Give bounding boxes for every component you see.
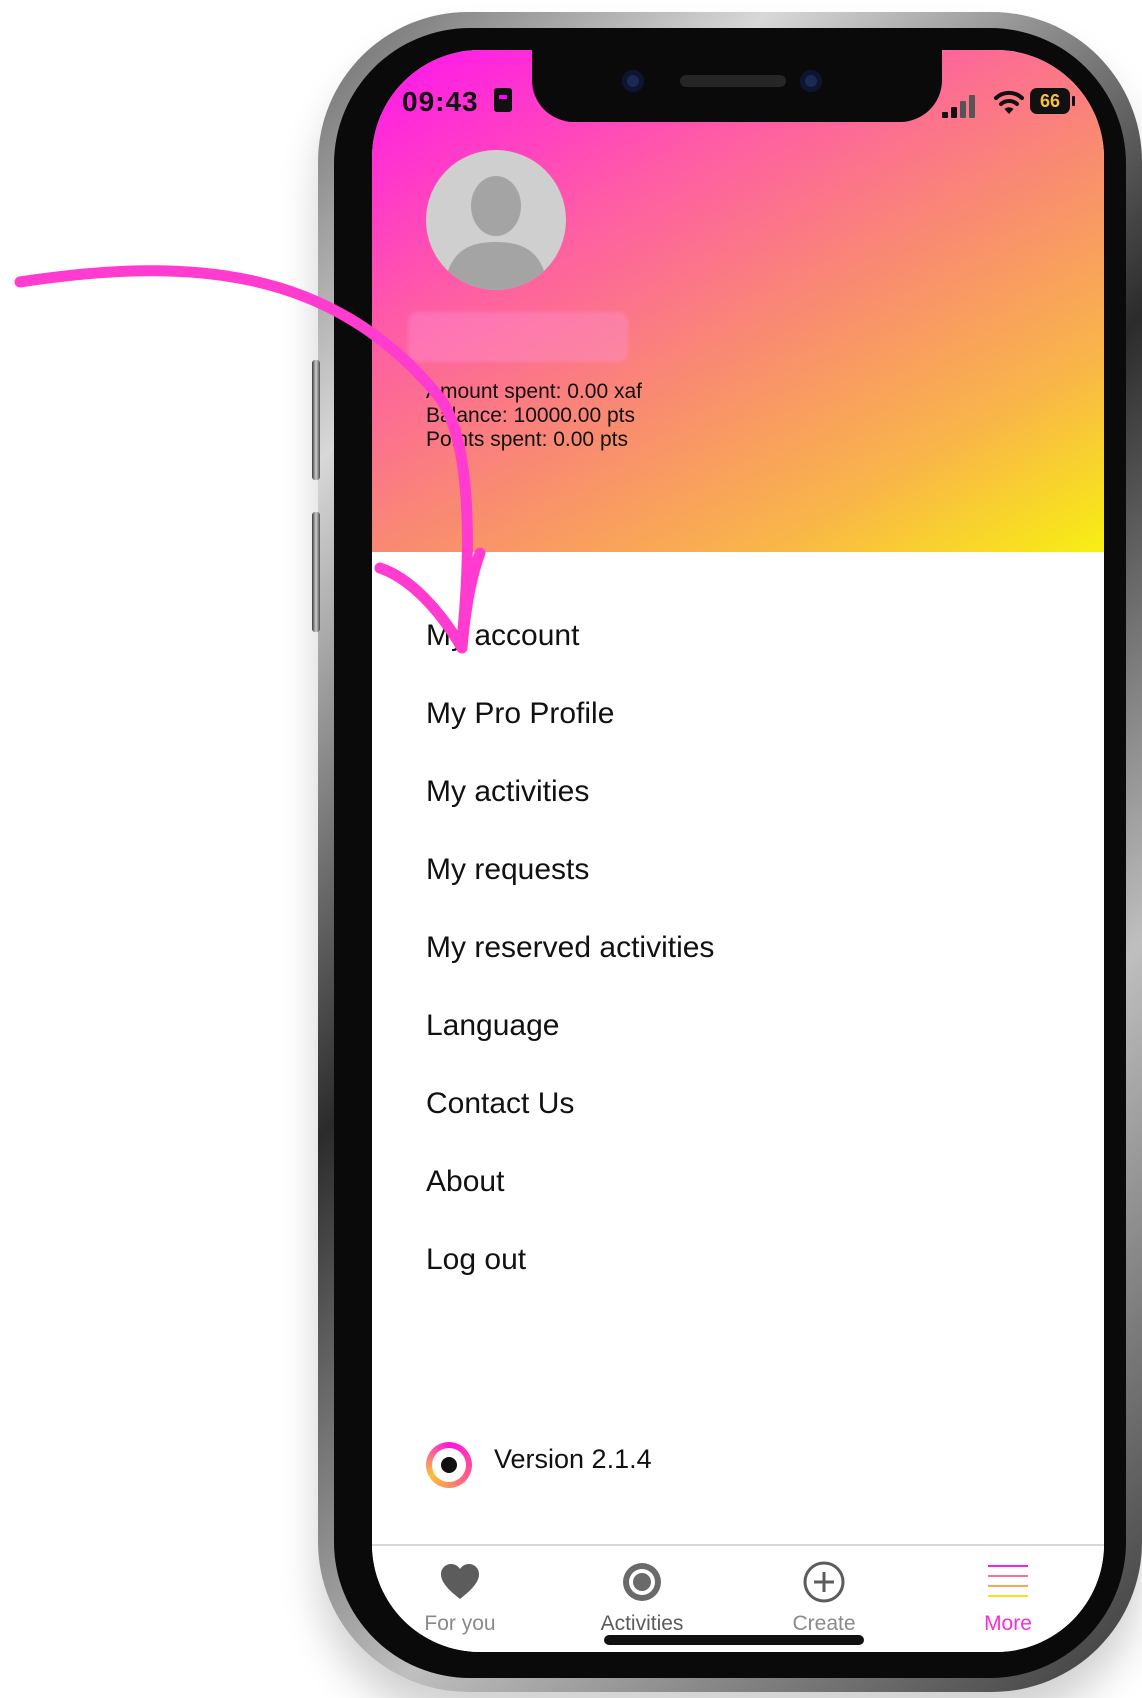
version-label: Version 2.1.4 — [494, 1444, 652, 1474]
heart-icon — [441, 1564, 479, 1599]
account-stats: Amount spent: 0.00 xaf Balance: 10000.00… — [426, 380, 642, 452]
menu-item-language[interactable]: Language — [426, 1006, 714, 1084]
wifi-icon — [994, 90, 1024, 114]
phone-side-button — [312, 512, 320, 632]
amount-spent: Amount spent: 0.00 xaf — [426, 380, 642, 403]
menu-item-my-activities[interactable]: My activities — [426, 772, 714, 850]
phone-side-button — [312, 360, 320, 480]
menu-item-my-reserved-activities[interactable]: My reserved activities — [426, 928, 714, 1006]
status-time: 09:43 — [402, 86, 479, 117]
menu-item-about[interactable]: About — [426, 1162, 714, 1240]
id-card-icon — [494, 88, 512, 112]
user-name — [408, 312, 628, 362]
sensor-icon — [800, 70, 822, 92]
points-spent: Points spent: 0.00 pts — [426, 428, 628, 451]
tab-more[interactable]: More — [938, 1546, 1078, 1646]
menu-item-log-out[interactable]: Log out — [426, 1240, 714, 1318]
tab-label: More — [984, 1612, 1032, 1635]
menu-item-my-account[interactable]: My account — [426, 616, 714, 694]
menu-item-my-requests[interactable]: My requests — [426, 850, 714, 928]
person-silhouette-icon — [444, 176, 548, 290]
menu-lines-icon — [988, 1565, 1028, 1597]
tab-label: Create — [792, 1612, 856, 1635]
target-icon — [623, 1563, 661, 1601]
menu-item-contact-us[interactable]: Contact Us — [426, 1084, 714, 1162]
tab-for-you[interactable]: For you — [390, 1546, 530, 1646]
app-logo-icon — [426, 1442, 472, 1488]
notch — [532, 50, 942, 122]
more-menu: My account My Pro Profile My activities … — [426, 616, 714, 1318]
phone-screen: 09:43 66 Amount spent: 0.00 xaf Balance:… — [372, 50, 1104, 1652]
home-indicator[interactable] — [604, 1635, 864, 1645]
avatar[interactable] — [426, 150, 566, 290]
signal-icon — [942, 94, 982, 118]
speaker-grille — [680, 75, 786, 87]
profile-header: 09:43 66 Amount spent: 0.00 xaf Balance:… — [372, 50, 1104, 552]
tab-activities[interactable]: Activities — [572, 1546, 712, 1646]
tab-label: Activities — [600, 1612, 684, 1635]
battery-icon: 66 — [1030, 88, 1075, 114]
tab-create[interactable]: Create — [754, 1546, 894, 1646]
camera-icon — [622, 70, 644, 92]
tab-label: For you — [424, 1612, 496, 1635]
plus-circle-icon — [803, 1561, 845, 1603]
menu-item-my-pro-profile[interactable]: My Pro Profile — [426, 694, 714, 772]
balance: Balance: 10000.00 pts — [426, 404, 635, 427]
